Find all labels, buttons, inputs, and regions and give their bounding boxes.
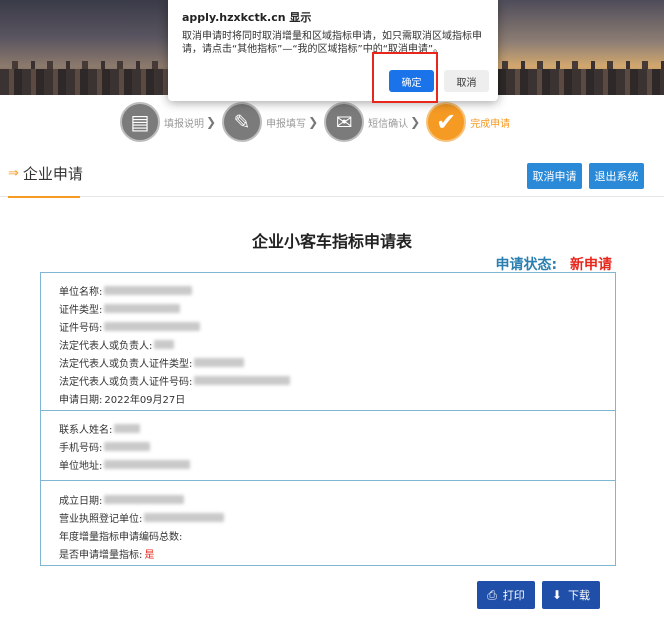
redacted-value <box>194 357 245 367</box>
dialog-title: apply.hzxkctk.cn 显示 <box>182 11 312 24</box>
field-label: 单位名称: <box>59 286 103 298</box>
field-value: 2022年09月27日 <box>104 394 186 406</box>
checkmark-icon: ✔ <box>426 102 467 142</box>
step-label: 短信确认 <box>368 118 409 130</box>
page-header: ⇒ 企业申请 取消申请 退出系统 <box>0 155 664 198</box>
download-label: 下载 <box>568 590 591 602</box>
field-label: 手机号码: <box>59 442 103 454</box>
field-label: 成立日期: <box>59 495 103 507</box>
form-section-business: 成立日期: 营业执照登记单位: 年度增量指标申请编码总数: 是否申请增量指标: … <box>41 481 615 565</box>
tab-underline <box>8 196 80 198</box>
field-legal-cert-number: 法定代表人或负责人证件号码: <box>59 372 291 388</box>
field-label: 是否申请增量指标: <box>59 549 143 561</box>
field-apply-increment: 是否申请增量指标: 是 <box>59 545 154 561</box>
step-label: 完成申请 <box>470 118 511 130</box>
field-label: 证件类型: <box>59 304 103 316</box>
field-label: 法定代表人或负责人: <box>59 340 153 352</box>
print-button[interactable]: ⎙ 打印 <box>477 581 535 609</box>
field-label: 证件号码: <box>59 322 103 334</box>
step-label: 申报填写 <box>266 118 307 130</box>
step-sms-confirm: ✉ 短信确认 ❯ <box>324 102 426 142</box>
field-value: 是 <box>144 549 155 561</box>
step-label: 填报说明 <box>164 118 204 130</box>
field-label: 法定代表人或负责人证件号码: <box>59 376 193 388</box>
redacted-value <box>154 339 175 349</box>
chevron-right-icon: ❯ <box>308 115 319 129</box>
redacted-value <box>104 494 185 504</box>
dialog-cancel-button[interactable]: 取消 <box>444 70 489 92</box>
form-title: 企业小客车指标申请表 <box>251 232 412 251</box>
arrow-right-icon: ⇒ <box>8 166 19 181</box>
step-instructions: ▤ 填报说明 ❯ <box>120 102 222 142</box>
printer-icon: ⎙ <box>487 587 497 602</box>
redacted-value <box>114 423 141 433</box>
field-cert-type: 证件类型: <box>59 300 181 316</box>
redacted-value <box>104 303 181 313</box>
redacted-value <box>104 285 193 295</box>
field-legal-rep: 法定代表人或负责人: <box>59 336 175 352</box>
field-label: 营业执照登记单位: <box>59 513 143 525</box>
field-apply-date: 申请日期: 2022年09月27日 <box>59 390 185 406</box>
print-label: 打印 <box>502 590 525 602</box>
chevron-right-icon: ❯ <box>410 115 421 129</box>
field-label: 申请日期: <box>59 394 103 406</box>
tab-title-label: 企业申请 <box>22 165 83 183</box>
confirm-dialog: apply.hzxkctk.cn 显示 取消申请时将同时取消增量和区域指标申请，… <box>168 0 498 101</box>
redacted-value <box>144 512 225 522</box>
dialog-message: 取消申请时将同时取消增量和区域指标申请，如只需取消区域指标申请，请点击“其他指标… <box>182 31 482 55</box>
field-label: 法定代表人或负责人证件类型: <box>59 358 193 370</box>
highlight-annotation <box>372 52 438 103</box>
field-label: 年度增量指标申请编码总数: <box>59 531 183 543</box>
form-section-unit-info: 单位名称: 证件类型: 证件号码: 法定代表人或负责人: 法定代表人或负责人证件… <box>41 273 615 411</box>
exit-system-button[interactable]: 退出系统 <box>589 163 644 189</box>
field-cert-number: 证件号码: <box>59 318 201 334</box>
clipboard-icon: ▤ <box>120 102 160 142</box>
field-contact-name: 联系人姓名: <box>59 420 141 436</box>
field-legal-cert-type: 法定代表人或负责人证件类型: <box>59 354 245 370</box>
application-form: 单位名称: 证件类型: 证件号码: 法定代表人或负责人: 法定代表人或负责人证件… <box>40 272 616 566</box>
field-annual-count: 年度增量指标申请编码总数: <box>59 527 182 543</box>
field-label: 联系人姓名: <box>59 424 113 436</box>
message-icon: ✉ <box>324 102 365 142</box>
download-icon: ⬇ <box>551 588 563 602</box>
field-unit-name: 单位名称: <box>59 282 193 298</box>
redacted-value <box>104 321 201 331</box>
step-complete: ✔ 完成申请 <box>426 102 510 142</box>
cancel-apply-button[interactable]: 取消申请 <box>527 163 582 189</box>
pencil-icon: ✎ <box>222 102 263 142</box>
status-badge: 新申请 <box>570 257 612 273</box>
form-section-contact: 联系人姓名: 手机号码: 单位地址: <box>41 411 615 481</box>
redacted-value <box>104 441 151 451</box>
status-label: 申请状态: <box>495 257 558 273</box>
tab-enterprise-apply[interactable]: ⇒ 企业申请 <box>8 163 83 184</box>
redacted-value <box>104 459 191 469</box>
step-fill-form: ✎ 申报填写 ❯ <box>222 102 324 142</box>
redacted-value <box>194 375 291 385</box>
application-status: 申请状态: 新申请 <box>496 254 612 274</box>
download-button[interactable]: ⬇ 下载 <box>542 581 600 609</box>
chevron-right-icon: ❯ <box>206 115 217 129</box>
progress-steps: ▤ 填报说明 ❯ ✎ 申报填写 ❯ ✉ 短信确认 ❯ ✔ 完成申请 <box>120 100 510 144</box>
field-label: 单位地址: <box>59 460 103 472</box>
field-phone: 手机号码: <box>59 438 151 454</box>
field-established-date: 成立日期: <box>59 491 185 507</box>
field-address: 单位地址: <box>59 456 191 472</box>
field-registration-unit: 营业执照登记单位: <box>59 509 225 525</box>
